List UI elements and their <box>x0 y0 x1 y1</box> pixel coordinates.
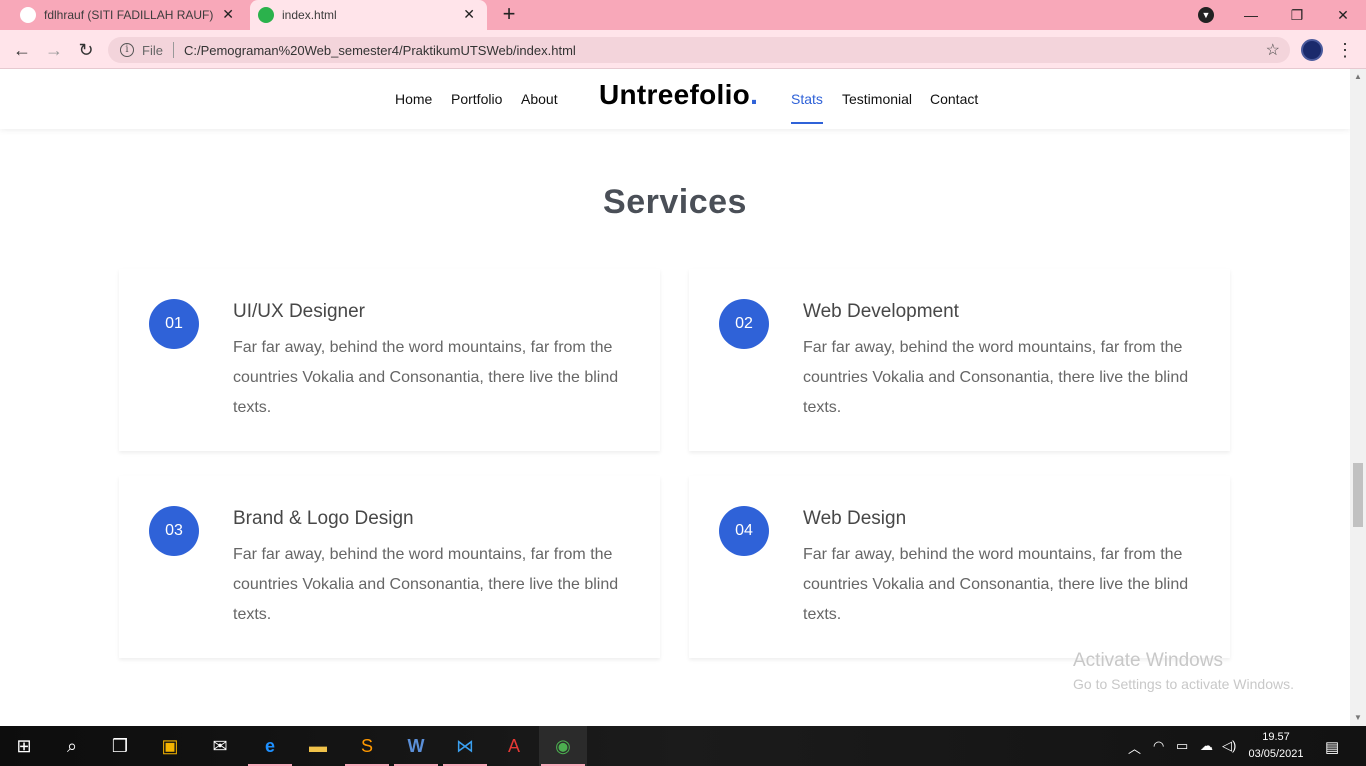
watermark-subtitle: Go to Settings to activate Windows. <box>1073 676 1294 692</box>
new-tab-button[interactable]: + <box>498 3 520 25</box>
mail-icon[interactable]: ✉ <box>206 732 234 760</box>
search-icon[interactable]: ⌕ <box>58 732 86 760</box>
volume-icon[interactable]: ◁) <box>1222 738 1236 754</box>
clock-date: 03/05/2021 <box>1248 748 1304 760</box>
file-explorer-icon[interactable]: ▬ <box>304 732 332 760</box>
service-card: 02 Web Development Far far away, behind … <box>689 269 1230 451</box>
nav-testimonial[interactable]: Testimonial <box>842 91 912 107</box>
service-title: Web Design <box>803 508 907 529</box>
service-number-badge: 01 <box>149 299 199 349</box>
nav-contact[interactable]: Contact <box>930 91 978 107</box>
close-tab-icon[interactable]: ✕ <box>463 6 475 23</box>
nav-home[interactable]: Home <box>395 91 432 107</box>
section-title: Services <box>603 183 747 221</box>
taskbar-clock[interactable]: 19.57 03/05/2021 <box>1244 729 1308 763</box>
scroll-down-icon[interactable]: ▼ <box>1350 710 1366 726</box>
edge-icon[interactable]: e <box>248 732 292 766</box>
service-number-badge: 02 <box>719 299 769 349</box>
bookmark-star-icon[interactable]: ☆ <box>1266 40 1280 60</box>
scroll-up-icon[interactable]: ▲ <box>1350 69 1366 85</box>
onedrive-icon[interactable]: ☁ <box>1200 738 1213 754</box>
restore-icon[interactable]: ❐ <box>1274 0 1320 30</box>
service-number-badge: 03 <box>149 506 199 556</box>
word-icon[interactable]: W <box>394 732 438 766</box>
clock-time: 19.57 <box>1262 731 1290 743</box>
menu-dots-icon[interactable]: ⋮ <box>1336 38 1354 62</box>
nav-about[interactable]: About <box>521 91 558 107</box>
scheme-label: File <box>142 42 163 58</box>
minimize-icon[interactable]: — <box>1228 0 1274 30</box>
url-text[interactable]: C:/Pemograman%20Web_semester4/PraktikumU… <box>184 43 576 58</box>
reload-icon[interactable]: ↻ <box>74 38 98 62</box>
browser-tab-index[interactable]: index.html ✕ <box>250 0 487 30</box>
service-title: UI/UX Designer <box>233 301 365 322</box>
vscode-icon[interactable]: ⋈ <box>443 732 487 766</box>
page-scrollbar[interactable]: ▲ ▼ <box>1350 69 1366 726</box>
active-nav-indicator <box>791 122 823 124</box>
service-title: Brand & Logo Design <box>233 508 414 529</box>
watermark-title: Activate Windows <box>1073 650 1223 671</box>
leaf-icon <box>258 7 274 23</box>
service-number-badge: 04 <box>719 506 769 556</box>
chrome-icon[interactable]: ◉ <box>541 732 585 766</box>
tab-title: fdlhrauf (SITI FADILLAH RAUF) <box>44 8 214 22</box>
nav-stats[interactable]: Stats <box>791 91 823 107</box>
notifications-icon[interactable]: ▤ <box>1325 738 1339 756</box>
battery-icon[interactable]: ▭ <box>1176 738 1188 754</box>
acrobat-icon[interactable]: A <box>500 732 528 760</box>
profile-avatar[interactable] <box>1301 39 1323 61</box>
browser-tab-strip: fdlhrauf (SITI FADILLAH RAUF) ✕ index.ht… <box>0 0 1366 30</box>
brand-name: Untreefolio <box>599 79 751 110</box>
service-description: Far far away, behind the word mountains,… <box>233 546 619 623</box>
sublime-text-icon[interactable]: S <box>345 732 389 766</box>
network-icon[interactable]: ◠ <box>1153 738 1164 754</box>
tab-search-icon[interactable]: ▼ <box>1198 7 1214 23</box>
windows-start-icon[interactable]: ⊞ <box>10 732 38 760</box>
brand-dot: . <box>750 79 759 110</box>
site-logo[interactable]: Untreefolio. <box>599 79 758 111</box>
service-card: 04 Web Design Far far away, behind the w… <box>689 476 1230 658</box>
activate-windows-watermark: Activate Windows Go to Settings to activ… <box>1073 650 1294 692</box>
github-icon <box>20 7 36 23</box>
service-title: Web Development <box>803 301 959 322</box>
back-icon[interactable]: ← <box>10 38 34 62</box>
service-description: Far far away, behind the word mountains,… <box>233 339 619 416</box>
address-bar[interactable]: i File C:/Pemograman%20Web_semester4/Pra… <box>108 37 1290 63</box>
service-description: Far far away, behind the word mountains,… <box>803 339 1189 416</box>
scrollbar-thumb[interactable] <box>1353 463 1363 527</box>
close-window-icon[interactable]: ✕ <box>1320 0 1366 30</box>
service-card: 01 UI/UX Designer Far far away, behind t… <box>119 269 660 451</box>
site-navbar: Home Portfolio About Untreefolio. Stats … <box>0 69 1350 129</box>
windows-taskbar: ⊞ ⌕ ❒ ▣ ✉ e ▬ S W ⋈ A ◉ ︿ ◠ ▭ ☁ ◁) 19.57… <box>0 726 1366 766</box>
service-description: Far far away, behind the word mountains,… <box>803 546 1189 623</box>
store-icon[interactable]: ▣ <box>156 732 184 760</box>
tab-title: index.html <box>282 8 337 22</box>
forward-icon[interactable]: → <box>42 38 66 62</box>
nav-portfolio[interactable]: Portfolio <box>451 91 502 107</box>
service-card: 03 Brand & Logo Design Far far away, beh… <box>119 476 660 658</box>
task-view-icon[interactable]: ❒ <box>106 732 134 760</box>
divider <box>172 42 174 58</box>
page-viewport: Home Portfolio About Untreefolio. Stats … <box>0 69 1350 726</box>
tray-chevron-icon[interactable]: ︿ <box>1128 738 1141 757</box>
info-icon[interactable]: i <box>120 43 134 57</box>
close-tab-icon[interactable]: ✕ <box>222 6 234 23</box>
browser-tab-github[interactable]: fdlhrauf (SITI FADILLAH RAUF) ✕ <box>0 0 246 30</box>
browser-toolbar: ← → ↻ i File C:/Pemograman%20Web_semeste… <box>0 30 1366 69</box>
